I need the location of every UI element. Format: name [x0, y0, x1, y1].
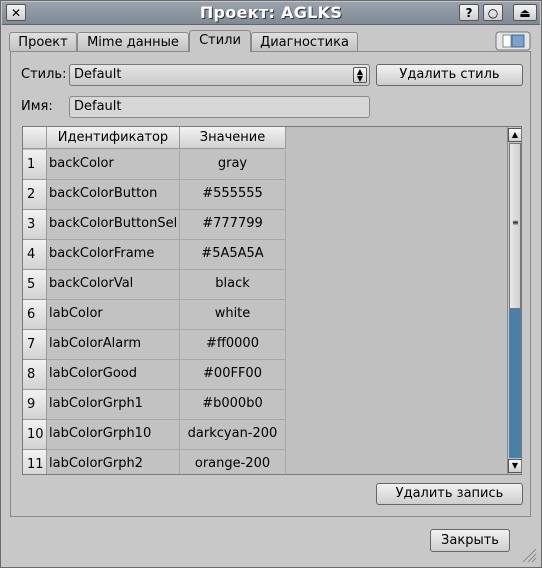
close-button[interactable]: Закрыть — [430, 529, 510, 552]
cell-value[interactable]: orange-200 — [180, 450, 286, 474]
row-number[interactable]: 4 — [23, 240, 47, 270]
tab-project[interactable]: Проект — [9, 32, 77, 51]
scrollbar-track[interactable] — [509, 309, 521, 458]
tab-scroll-icon[interactable] — [495, 31, 531, 51]
style-select[interactable]: Default ▲ ▼ — [69, 64, 370, 86]
cell-id[interactable]: labColorGood — [47, 360, 180, 390]
row-number[interactable]: 6 — [23, 300, 47, 330]
cell-value[interactable]: #00FF00 — [180, 360, 286, 390]
table-row[interactable]: 4 backColorFrame #5A5A5A — [23, 240, 286, 270]
cell-id[interactable]: backColorButtonSel — [47, 210, 180, 240]
column-header-id[interactable]: Идентификатор — [47, 127, 180, 149]
spin-arrows-icon[interactable]: ▲ ▼ — [353, 67, 367, 83]
style-label: Стиль: — [21, 67, 67, 82]
row-number[interactable]: 8 — [23, 360, 47, 390]
row-number[interactable]: 2 — [23, 180, 47, 210]
cell-value[interactable]: #b000b0 — [180, 390, 286, 420]
cell-value[interactable]: #555555 — [180, 180, 286, 210]
delete-style-button[interactable]: Удалить стиль — [376, 64, 523, 86]
scrollbar-thumb[interactable]: ≡ — [509, 143, 521, 309]
cell-value[interactable]: gray — [180, 150, 286, 180]
cell-id[interactable]: backColorFrame — [47, 240, 180, 270]
name-field[interactable]: Default — [69, 96, 370, 118]
cell-value[interactable]: #ff0000 — [180, 330, 286, 360]
table-row[interactable]: 1 backColor gray — [23, 150, 286, 180]
table-corner[interactable] — [23, 127, 47, 149]
table-row[interactable]: 3 backColorButtonSel #777799 — [23, 210, 286, 240]
cell-value[interactable]: white — [180, 300, 286, 330]
table-row[interactable]: 7 labColorAlarm #ff0000 — [23, 330, 286, 360]
table-row[interactable]: 2 backColorButton #555555 — [23, 180, 286, 210]
cell-value[interactable]: #5A5A5A — [180, 240, 286, 270]
titlebar[interactable]: ✕ Проект: AGLKS ? ○ ⏏ — [2, 2, 540, 25]
row-number[interactable]: 9 — [23, 390, 47, 420]
tab-styles[interactable]: Стили — [189, 30, 251, 52]
cell-id[interactable]: backColorVal — [47, 270, 180, 300]
help-icon[interactable]: ? — [459, 4, 479, 21]
tab-mime[interactable]: Mime данные — [77, 32, 189, 51]
tab-diagnostics[interactable]: Диагностика — [251, 32, 358, 51]
row-number[interactable]: 7 — [23, 330, 47, 360]
scroll-up-icon[interactable]: ▲ — [508, 128, 521, 142]
table-vertical-scrollbar[interactable]: ▲ ≡ ▼ — [507, 127, 521, 474]
cell-id[interactable]: labColorGrph1 — [47, 390, 180, 420]
table-row[interactable]: 9 labColorGrph1 #b000b0 — [23, 390, 286, 420]
cell-id[interactable]: backColorButton — [47, 180, 180, 210]
row-number[interactable]: 10 — [23, 420, 47, 450]
delete-record-button[interactable]: Удалить запись — [376, 483, 523, 505]
cell-id[interactable]: labColorAlarm — [47, 330, 180, 360]
shade-icon[interactable]: ⏏ — [513, 4, 537, 21]
row-number[interactable]: 11 — [23, 450, 47, 474]
project-dialog: ✕ Проект: AGLKS ? ○ ⏏ Проект Mime данные… — [0, 0, 542, 568]
styles-table: Идентификатор Значение 1 backColor gray 2b… — [22, 126, 522, 475]
row-number[interactable]: 3 — [23, 210, 47, 240]
column-header-value[interactable]: Значение — [180, 127, 286, 149]
table-row[interactable]: 11 labColorGrph2 orange-200 — [23, 450, 286, 474]
cell-value[interactable]: black — [180, 270, 286, 300]
scroll-down-icon[interactable]: ▼ — [508, 459, 521, 473]
table-row[interactable]: 5 backColorVal black — [23, 270, 286, 300]
grip-icon: ≡ — [512, 218, 519, 227]
table-row[interactable]: 10 labColorGrph10 darkcyan-200 — [23, 420, 286, 450]
row-number[interactable]: 1 — [23, 150, 47, 180]
row-number[interactable]: 5 — [23, 270, 47, 300]
cell-id[interactable]: labColor — [47, 300, 180, 330]
name-label: Имя: — [21, 99, 53, 114]
cell-value[interactable]: #777799 — [180, 210, 286, 240]
table-row[interactable]: 8 labColorGood #00FF00 — [23, 360, 286, 390]
cell-id[interactable]: labColorGrph2 — [47, 450, 180, 474]
cell-id[interactable]: backColor — [47, 150, 180, 180]
resize-grip-icon[interactable] — [519, 545, 537, 563]
style-select-value: Default — [74, 67, 122, 82]
table-row[interactable]: 6 labColor white — [23, 300, 286, 330]
maximize-icon[interactable]: ○ — [483, 4, 503, 21]
cell-id[interactable]: labColorGrph10 — [47, 420, 180, 450]
cell-value[interactable]: darkcyan-200 — [180, 420, 286, 450]
name-field-value: Default — [74, 99, 122, 114]
